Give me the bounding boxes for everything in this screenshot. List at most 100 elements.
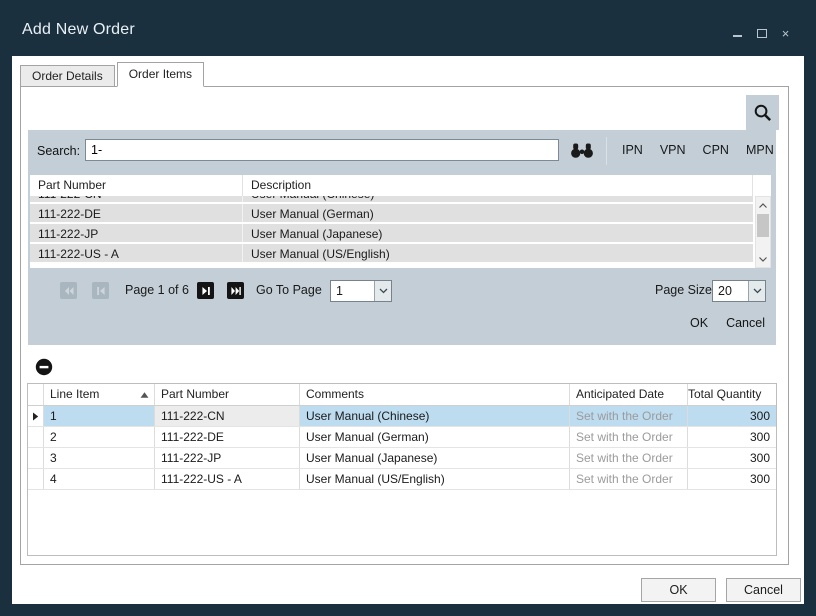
previous-page-button[interactable] bbox=[92, 282, 109, 299]
grid-header-comments[interactable]: Comments bbox=[300, 384, 570, 405]
cell-line-item: 4 bbox=[44, 469, 155, 489]
results-cell-description: User Manual (Chinese) bbox=[243, 196, 753, 202]
close-button[interactable]: × bbox=[779, 27, 792, 40]
results-row[interactable]: 111-222-CN User Manual (Chinese) bbox=[30, 196, 753, 204]
cell-part-number: 111-222-CN bbox=[155, 406, 300, 426]
grid-header-part-number[interactable]: Part Number bbox=[155, 384, 300, 405]
row-indicator bbox=[28, 469, 44, 489]
go-to-page-label: Go To Page bbox=[256, 283, 322, 297]
results-pager: Page 1 of 6 Go To Page 1 bbox=[28, 280, 776, 302]
filter-mpn[interactable]: MPN bbox=[746, 143, 774, 157]
search-ok-link[interactable]: OK bbox=[690, 316, 708, 330]
cell-anticipated-date: Set with the Order bbox=[570, 406, 688, 426]
results-cell-description: User Manual (Japanese) bbox=[243, 224, 753, 242]
grid-header-line-item[interactable]: Line Item bbox=[44, 384, 155, 405]
cell-comments: User Manual (Japanese) bbox=[300, 448, 570, 468]
close-icon: × bbox=[782, 27, 790, 40]
cell-anticipated-date: Set with the Order bbox=[570, 427, 688, 447]
tab-order-details[interactable]: Order Details bbox=[20, 65, 115, 87]
last-page-icon bbox=[231, 286, 241, 296]
search-results-table: Part Number Description 111-222-CN User … bbox=[30, 175, 771, 268]
search-cancel-link[interactable]: Cancel bbox=[726, 316, 765, 330]
scrollbar-thumb[interactable] bbox=[757, 214, 769, 237]
row-selected-indicator bbox=[28, 406, 44, 426]
results-cell-part-number: 111-222-CN bbox=[30, 196, 243, 202]
results-row[interactable]: 111-222-DE User Manual (German) bbox=[30, 204, 753, 224]
grid-row[interactable]: 4 111-222-US - A User Manual (US/English… bbox=[28, 469, 776, 490]
results-header-part-number[interactable]: Part Number bbox=[30, 175, 243, 196]
results-header-filler bbox=[753, 175, 771, 196]
maximize-button[interactable] bbox=[755, 27, 768, 40]
maximize-icon bbox=[757, 29, 767, 38]
results-cell-description: User Manual (US/English) bbox=[243, 244, 753, 262]
cell-part-number: 111-222-JP bbox=[155, 448, 300, 468]
ok-button[interactable]: OK bbox=[641, 578, 716, 602]
first-page-icon bbox=[64, 286, 74, 296]
results-header-row: Part Number Description bbox=[30, 175, 771, 196]
scroll-down-icon[interactable] bbox=[756, 252, 770, 266]
chevron-down-icon bbox=[374, 281, 391, 301]
results-cell-part-number: 111-222-US - A bbox=[30, 244, 243, 262]
last-page-button[interactable] bbox=[227, 282, 244, 299]
results-rows: 111-222-CN User Manual (Chinese) 111-222… bbox=[30, 196, 771, 264]
grid-header-anticipated-date[interactable]: Anticipated Date bbox=[570, 384, 688, 405]
next-page-icon bbox=[201, 286, 211, 296]
grid-row[interactable]: 1 111-222-CN User Manual (Chinese) Set w… bbox=[28, 406, 776, 427]
results-cell-description: User Manual (German) bbox=[243, 204, 753, 222]
cell-total-quantity: 300 bbox=[688, 406, 776, 426]
tab-strip: Order Details Order Items bbox=[20, 62, 206, 87]
results-scrollbar[interactable] bbox=[755, 196, 771, 268]
binoculars-icon bbox=[569, 142, 595, 159]
cancel-button[interactable]: Cancel bbox=[726, 578, 801, 602]
row-arrow-icon bbox=[32, 412, 39, 421]
minimize-button[interactable] bbox=[731, 27, 744, 40]
search-label: Search: bbox=[37, 144, 80, 158]
page-size-value: 20 bbox=[713, 281, 748, 301]
add-new-order-dialog: Add New Order × Order Details Order Item… bbox=[0, 0, 816, 616]
order-items-tab-page: Search: IPN VPN CPN MPN bbox=[20, 86, 789, 565]
find-button[interactable] bbox=[569, 142, 595, 159]
first-page-button[interactable] bbox=[60, 282, 77, 299]
filter-ipn[interactable]: IPN bbox=[622, 143, 643, 157]
order-items-grid: Line Item Part Number Comments Anticipat… bbox=[27, 383, 777, 556]
results-row[interactable]: 111-222-US - A User Manual (US/English) bbox=[30, 244, 753, 264]
part-search-panel: Search: IPN VPN CPN MPN bbox=[28, 130, 776, 345]
tab-order-items[interactable]: Order Items bbox=[117, 62, 204, 87]
grid-header-row: Line Item Part Number Comments Anticipat… bbox=[28, 384, 776, 406]
grid-header-total-quantity[interactable]: Total Quantity bbox=[688, 384, 776, 405]
window-title: Add New Order bbox=[22, 21, 135, 39]
cell-total-quantity: 300 bbox=[688, 469, 776, 489]
cell-comments: User Manual (US/English) bbox=[300, 469, 570, 489]
row-indicator bbox=[28, 448, 44, 468]
grid-row[interactable]: 2 111-222-DE User Manual (German) Set wi… bbox=[28, 427, 776, 448]
cell-total-quantity: 300 bbox=[688, 427, 776, 447]
page-size-select[interactable]: 20 bbox=[712, 280, 766, 302]
remove-line-item-button[interactable] bbox=[35, 358, 53, 376]
scroll-up-icon[interactable] bbox=[756, 198, 770, 212]
page-indicator: Page 1 of 6 bbox=[125, 283, 189, 297]
cell-anticipated-date: Set with the Order bbox=[570, 448, 688, 468]
search-toggle-button[interactable] bbox=[746, 95, 779, 130]
cell-line-item: 2 bbox=[44, 427, 155, 447]
cell-comments: User Manual (German) bbox=[300, 427, 570, 447]
minus-circle-icon bbox=[35, 358, 53, 376]
results-body: 111-222-CN User Manual (Chinese) 111-222… bbox=[30, 196, 771, 268]
results-row[interactable]: 111-222-JP User Manual (Japanese) bbox=[30, 224, 753, 244]
dialog-body: Order Details Order Items Search: bbox=[12, 56, 804, 604]
grid-row[interactable]: 3 111-222-JP User Manual (Japanese) Set … bbox=[28, 448, 776, 469]
go-to-page-select[interactable]: 1 bbox=[330, 280, 392, 302]
results-header-description[interactable]: Description bbox=[243, 175, 753, 196]
minimize-icon bbox=[733, 35, 742, 37]
cell-part-number: 111-222-DE bbox=[155, 427, 300, 447]
results-cell-part-number: 111-222-DE bbox=[30, 204, 243, 222]
next-page-button[interactable] bbox=[197, 282, 214, 299]
filter-cpn[interactable]: CPN bbox=[703, 143, 729, 157]
filter-separator bbox=[606, 137, 607, 165]
cell-line-item: 1 bbox=[44, 406, 155, 426]
search-panel-actions: OK Cancel bbox=[690, 316, 765, 330]
search-input[interactable] bbox=[85, 139, 559, 161]
filter-vpn[interactable]: VPN bbox=[660, 143, 686, 157]
chevron-down-icon bbox=[748, 281, 765, 301]
cell-comments: User Manual (Chinese) bbox=[300, 406, 570, 426]
cell-part-number: 111-222-US - A bbox=[155, 469, 300, 489]
